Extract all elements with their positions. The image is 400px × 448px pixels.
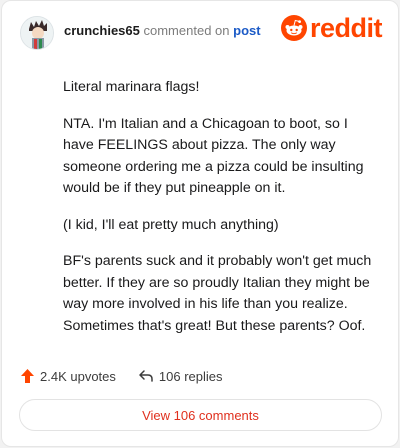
comment-header: crunchies65 commented on post reddit <box>20 13 383 51</box>
reddit-logo[interactable]: reddit <box>280 13 383 43</box>
comment-paragraph: Literal marinara flags! <box>63 79 200 95</box>
replies-stat[interactable]: 106 replies <box>138 369 223 384</box>
user-avatar[interactable] <box>20 16 54 50</box>
replies-count: 106 replies <box>158 368 223 384</box>
arrow-up-icon <box>21 369 34 383</box>
reply-arrow-icon <box>139 370 153 382</box>
action-text: commented on <box>143 23 230 38</box>
comment-paragraph: NTA. I'm Italian and a Chicagoan to boot… <box>63 115 364 197</box>
upvotes-stat[interactable]: 2.4K upvotes <box>20 368 116 384</box>
view-comments-button[interactable]: View 106 comments <box>19 399 382 431</box>
reddit-wordmark: reddit <box>309 13 383 43</box>
post-link[interactable]: post <box>233 23 260 38</box>
username-link[interactable]: crunchies65 <box>64 23 140 38</box>
upvotes-count: 2.4K upvotes <box>40 368 116 384</box>
reddit-snoo-icon <box>280 15 307 41</box>
comment-paragraph: BF's parents suck and it probably won't … <box>63 253 372 334</box>
comment-footer: 2.4K upvotes 106 replies <box>20 366 223 386</box>
comment-body: Literal marinara flags! NTA. I'm Italian… <box>63 77 378 352</box>
comment-paragraph: (I kid, I'll eat pretty much anything) <box>63 216 279 233</box>
avatar-image <box>21 17 53 49</box>
comment-meta: crunchies65 commented on post <box>64 23 261 39</box>
comment-card: crunchies65 commented on post reddit Lit… <box>1 0 399 447</box>
